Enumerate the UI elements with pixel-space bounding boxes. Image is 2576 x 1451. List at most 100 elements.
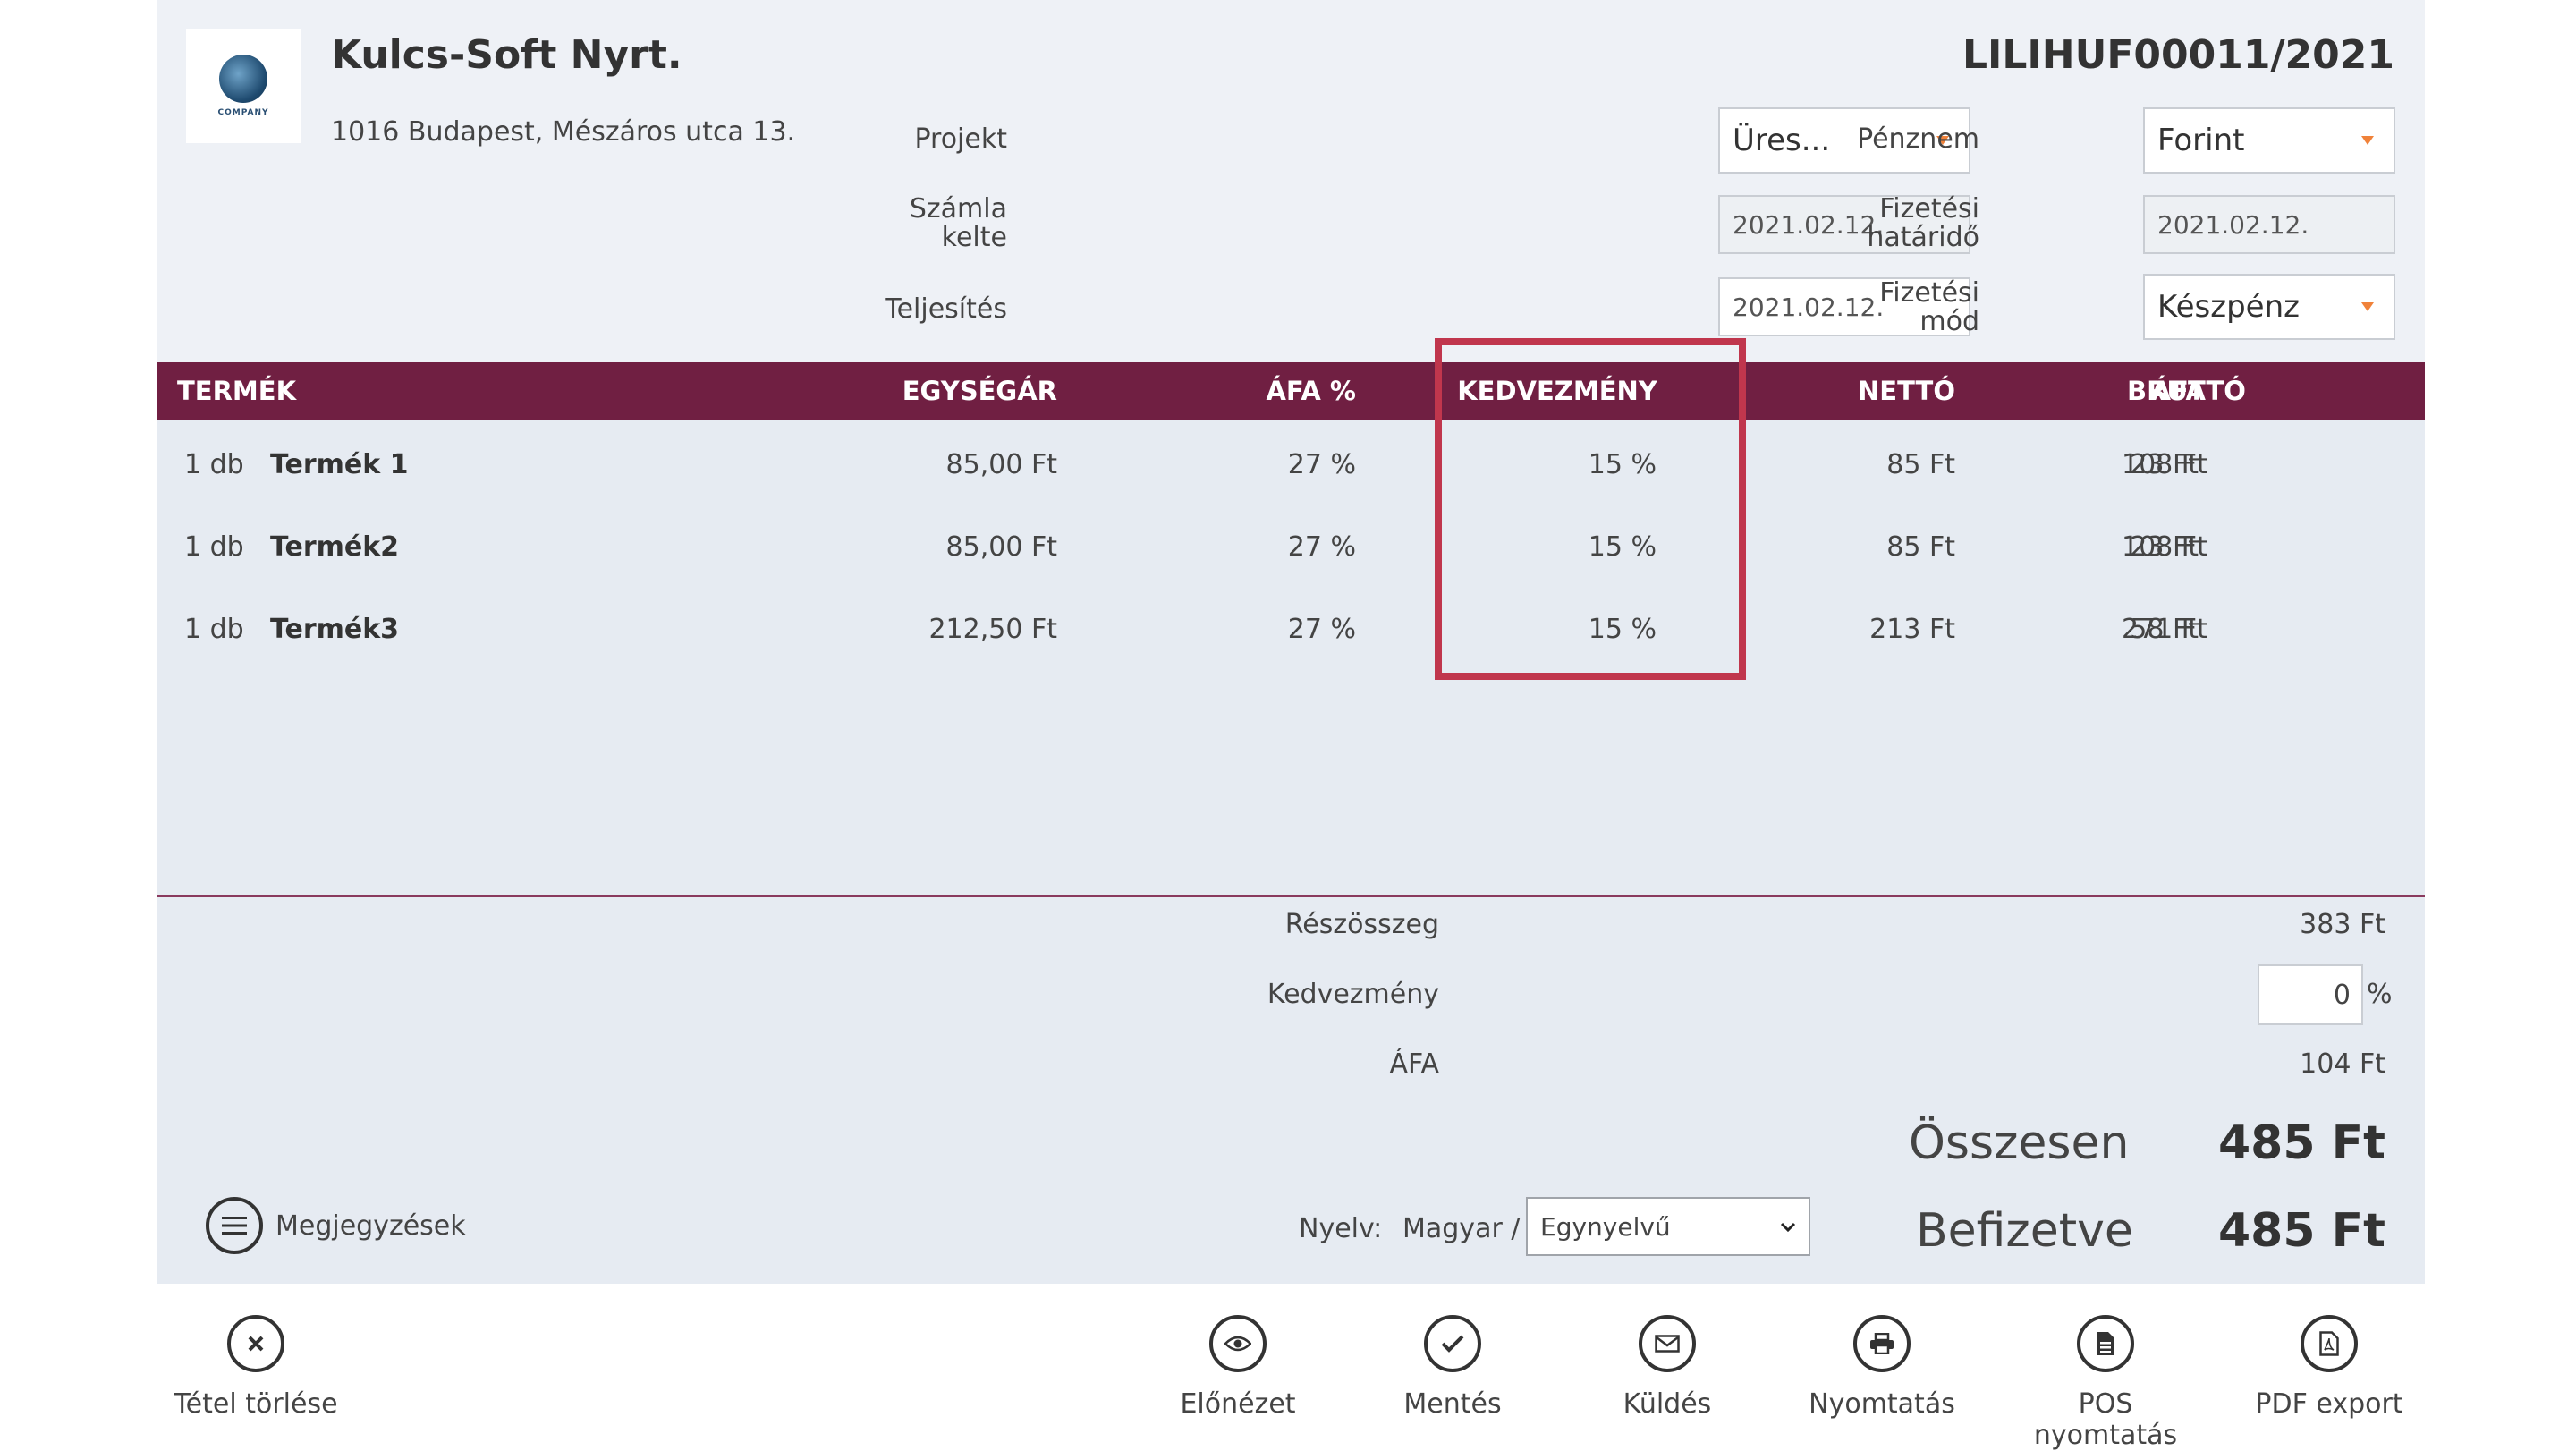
language-select-value: Egynyelvű (1540, 1211, 1671, 1242)
chevron-down-icon (2361, 136, 2374, 145)
pdf-file-icon (2301, 1315, 2358, 1372)
row-brutto: 271 Ft (2122, 614, 2207, 645)
preview-button[interactable]: Előnézet (1148, 1315, 1327, 1420)
chevron-down-icon (2361, 302, 2374, 311)
teljesites-label: Teljesítés (885, 293, 1007, 325)
table-row[interactable]: 1 db Termék2 85,00 Ft 27 % 15 % 85 Ft 23… (157, 506, 2425, 589)
checkmark-icon (1424, 1315, 1481, 1372)
col-termek: TERMÉK (177, 376, 297, 406)
row-brutto: 108 Ft (2122, 531, 2207, 563)
osszesen-value: 485 Ft (2217, 1116, 2385, 1170)
discount-column-highlight (1435, 338, 1746, 680)
kedvezmeny-unit: % (2367, 979, 2393, 1010)
close-icon (227, 1315, 284, 1372)
row-qty: 1 db (184, 449, 244, 480)
logo-text: COMPANY (217, 108, 269, 117)
language-select[interactable]: Egynyelvű (1526, 1197, 1810, 1256)
printer-icon (1853, 1315, 1911, 1372)
osszesen-label: Összesen (1909, 1116, 2130, 1170)
invoice-number: LILIHUF00011/2021 (1962, 32, 2394, 78)
print-button[interactable]: Nyomtatás (1792, 1315, 1971, 1420)
notes-button[interactable]: Megjegyzések (206, 1197, 466, 1254)
row-afa-pct: 27 % (1287, 614, 1356, 645)
fizetesi-mod-label-line2: mód (1919, 306, 1979, 337)
penznem-value: Forint (2157, 123, 2245, 158)
row-name: Termék2 (270, 531, 400, 563)
befizetve-value: 485 Ft (2217, 1204, 2385, 1258)
send-button[interactable]: Küldés (1578, 1315, 1757, 1420)
company-logo: COMPANY (186, 29, 301, 143)
afa-total-value: 104 Ft (2300, 1048, 2385, 1080)
totals-divider (157, 895, 2425, 897)
notes-label: Megjegyzések (275, 1209, 466, 1242)
penznem-dropdown[interactable]: Forint (2143, 107, 2395, 174)
row-netto: 85 Ft (1886, 531, 1955, 563)
projekt-label: Projekt (914, 123, 1007, 155)
szamla-kelte-label-line1: Számla (909, 193, 1007, 225)
fizetesi-mod-label-line1: Fizetési (1879, 277, 1979, 309)
row-name: Termék 1 (270, 449, 409, 480)
row-egysegar: 85,00 Ft (945, 531, 1057, 563)
row-egysegar: 85,00 Ft (945, 449, 1057, 480)
befizetve-label: Befizetve (1916, 1204, 2133, 1258)
projekt-value: Üres... (1733, 123, 1831, 158)
kedvezmeny-input[interactable]: 0 (2258, 964, 2363, 1025)
szamla-kelte-value: 2021.02.12. (1733, 209, 1885, 240)
pos-print-button[interactable]: POS nyomtatás (2016, 1315, 2195, 1451)
language-primary: Magyar / (1402, 1213, 1521, 1244)
reszosszeg-label: Részösszeg (1284, 909, 1439, 940)
kedvezmeny-label: Kedvezmény (1267, 979, 1439, 1010)
szamla-kelte-label-line2: kelte (941, 222, 1007, 253)
fizetesi-hatarido-field[interactable]: 2021.02.12. (2143, 195, 2395, 254)
save-label: Mentés (1403, 1388, 1502, 1420)
send-label: Küldés (1623, 1388, 1712, 1420)
row-qty: 1 db (184, 614, 244, 645)
print-label: Nyomtatás (1809, 1388, 1955, 1420)
table-row[interactable]: 1 db Termék 1 85,00 Ft 27 % 15 % 85 Ft 2… (157, 424, 2425, 506)
document-icon (2077, 1315, 2134, 1372)
eye-icon (1209, 1315, 1267, 1372)
row-afa-pct: 27 % (1287, 449, 1356, 480)
row-egysegar: 212,50 Ft (928, 614, 1057, 645)
company-address: 1016 Budapest, Mészáros utca 13. (331, 116, 796, 148)
chevron-down-icon (1780, 1222, 1796, 1233)
afa-total-label: ÁFA (1389, 1048, 1439, 1080)
row-brutto: 108 Ft (2122, 449, 2207, 480)
envelope-icon (1639, 1315, 1696, 1372)
invoice-panel: COMPANY Kulcs-Soft Nyrt. 1016 Budapest, … (157, 0, 2425, 1284)
fizetesi-mod-value: Készpénz (2157, 289, 2300, 325)
szamla-kelte-label: Számla kelte (910, 195, 1007, 252)
penznem-label: Pénznem (1857, 123, 1979, 155)
table-row[interactable]: 1 db Termék3 212,50 Ft 27 % 15 % 213 Ft … (157, 589, 2425, 671)
delete-item-label: Tétel törlése (174, 1388, 338, 1420)
fizetesi-hatarido-label-line2: határidő (1867, 222, 1979, 253)
row-netto: 213 Ft (1869, 614, 1955, 645)
col-brutto: BRUTTÓ (2127, 376, 2246, 406)
kedvezmeny-input-value: 0 (2333, 979, 2351, 1011)
menu-lines-icon (206, 1197, 263, 1254)
table-header: TERMÉK EGYSÉGÁR ÁFA % KEDVEZMÉNY NETTÓ Á… (157, 362, 2425, 420)
preview-label: Előnézet (1180, 1388, 1296, 1420)
teljesites-value: 2021.02.12. (1733, 292, 1885, 322)
fizetesi-mod-label: Fizetési mód (1879, 279, 1979, 336)
fizetesi-mod-dropdown[interactable]: Készpénz (2143, 274, 2395, 340)
row-qty: 1 db (184, 531, 244, 563)
delete-item-button[interactable]: Tétel törlése (166, 1315, 345, 1420)
pdf-export-label: PDF export (2255, 1388, 2403, 1420)
pdf-export-button[interactable]: PDF export (2240, 1315, 2419, 1420)
col-netto: NETTÓ (1858, 376, 1955, 406)
company-name: Kulcs-Soft Nyrt. (331, 32, 682, 78)
row-netto: 85 Ft (1886, 449, 1955, 480)
row-name: Termék3 (270, 614, 400, 645)
language-label: Nyelv: (1299, 1213, 1383, 1244)
fizetesi-hatarido-label: Fizetési határidő (1867, 195, 1979, 252)
row-afa-pct: 27 % (1287, 531, 1356, 563)
logo-globe-icon (219, 55, 267, 103)
col-afa-pct: ÁFA % (1266, 376, 1356, 406)
pos-print-label: POS nyomtatás (2033, 1388, 2178, 1451)
fizetesi-hatarido-label-line1: Fizetési (1879, 193, 1979, 225)
reszosszeg-value: 383 Ft (2300, 909, 2385, 940)
fizetesi-hatarido-value: 2021.02.12. (2157, 209, 2309, 240)
col-egysegar: EGYSÉGÁR (902, 376, 1057, 406)
save-button[interactable]: Mentés (1363, 1315, 1542, 1420)
